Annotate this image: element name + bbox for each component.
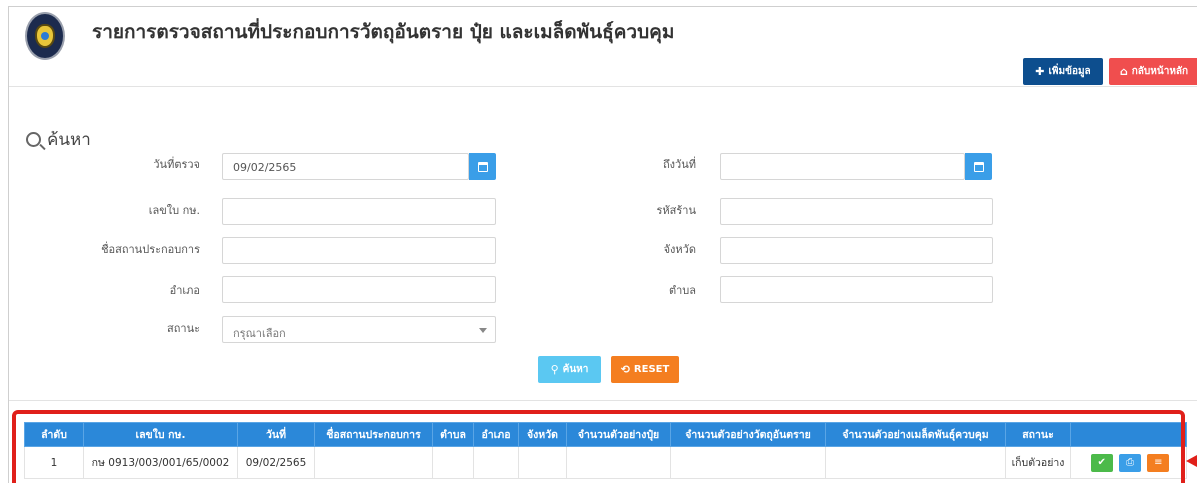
department-logo bbox=[25, 12, 65, 60]
province-input[interactable] bbox=[720, 237, 993, 264]
status-label: สถานะ bbox=[167, 322, 200, 335]
back-home-button[interactable]: ⌂ กลับหน้าหลัก bbox=[1109, 58, 1197, 85]
district-input[interactable] bbox=[222, 276, 496, 303]
license-no-label: เลขใบ กษ. bbox=[148, 204, 200, 217]
date-from-calendar-button[interactable] bbox=[469, 153, 496, 180]
shop-code-input[interactable] bbox=[720, 198, 993, 225]
date-to-calendar-button[interactable] bbox=[965, 153, 992, 180]
home-icon: ⌂ bbox=[1119, 65, 1128, 78]
date-from-label: วันที่ตรวจ bbox=[153, 158, 200, 171]
date-from-input[interactable]: 09/02/2565 bbox=[222, 153, 469, 180]
section-divider bbox=[9, 400, 1197, 401]
status-select[interactable]: กรุณาเลือก bbox=[222, 316, 496, 343]
province-label: จังหวัด bbox=[663, 243, 696, 256]
search-heading: ค้นหา bbox=[26, 126, 91, 153]
page-title: รายการตรวจสถานที่ประกอบการวัตถุอันตราย ป… bbox=[92, 21, 675, 43]
pointer-arrow-icon bbox=[1186, 455, 1197, 467]
shop-code-label: รหัสร้าน bbox=[656, 204, 696, 217]
business-name-label: ชื่อสถานประกอบการ bbox=[101, 243, 200, 256]
district-label: อำเภอ bbox=[169, 284, 200, 297]
business-name-input[interactable] bbox=[222, 237, 496, 264]
plus-icon: ✚ bbox=[1035, 65, 1045, 78]
highlight-frame bbox=[12, 410, 1185, 483]
add-data-button[interactable]: ✚ เพิ่มข้อมูล bbox=[1023, 58, 1103, 85]
search-icon bbox=[26, 132, 41, 147]
calendar-icon bbox=[973, 161, 984, 172]
license-no-input[interactable] bbox=[222, 198, 496, 225]
search-icon: ⚲ bbox=[550, 363, 559, 376]
subdistrict-input[interactable] bbox=[720, 276, 993, 303]
header-divider bbox=[9, 86, 1197, 87]
date-to-label: ถึงวันที่ bbox=[663, 158, 696, 171]
date-to-input[interactable] bbox=[720, 153, 965, 180]
chevron-down-icon bbox=[479, 328, 487, 333]
refresh-icon: ⟲ bbox=[620, 363, 630, 376]
calendar-icon bbox=[477, 161, 488, 172]
reset-button[interactable]: ⟲ RESET bbox=[611, 356, 679, 383]
subdistrict-label: ตำบล bbox=[668, 284, 696, 297]
search-button[interactable]: ⚲ ค้นหา bbox=[538, 356, 601, 383]
